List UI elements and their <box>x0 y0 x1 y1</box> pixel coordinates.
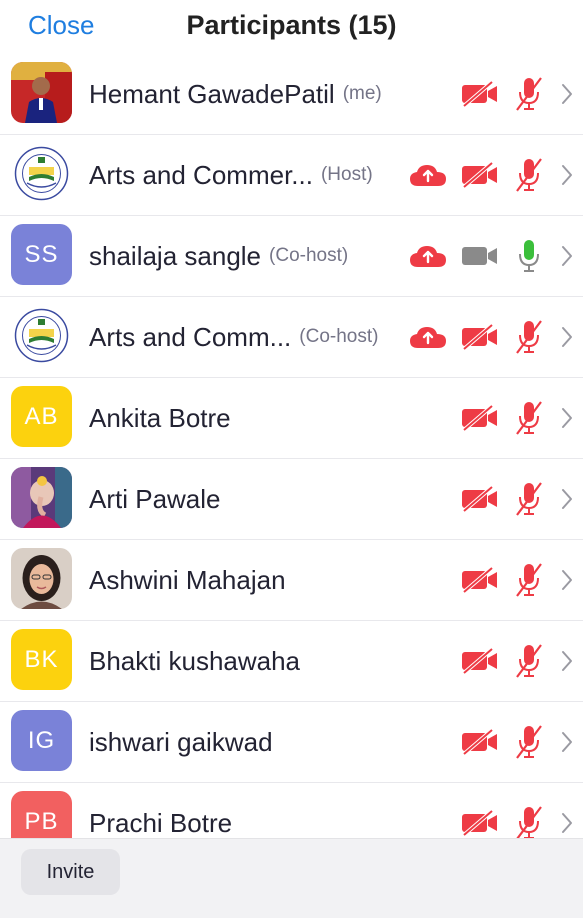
participant-status-icons <box>460 621 583 701</box>
participant-name: Bhakti kushawaha <box>89 645 301 676</box>
participant-list[interactable]: Hemant GawadePatil (me) Arts and Commer...… <box>0 54 583 838</box>
avatar-initials: PB <box>11 791 72 838</box>
chevron-right-icon[interactable] <box>558 83 576 105</box>
header-bar: Close Participants (15) <box>0 0 583 54</box>
participant-row[interactable]: IG ishwari gaikwad <box>0 702 583 783</box>
chevron-right-icon[interactable] <box>558 650 576 672</box>
cloud-record-icon <box>408 163 448 187</box>
video-off-icon <box>460 486 500 512</box>
participant-status-icons <box>408 135 583 215</box>
video-off-icon <box>460 567 500 593</box>
participant-name: Arts and Comm... <box>89 321 292 352</box>
participant-name: shailaja sangle <box>89 240 262 271</box>
avatar <box>11 62 72 123</box>
participant-name-group: Ankita Botre <box>89 378 231 458</box>
avatar <box>11 548 72 609</box>
microphone-muted-icon <box>512 643 546 679</box>
participant-status-icons <box>460 783 583 838</box>
avatar <box>11 467 72 528</box>
microphone-muted-icon <box>512 481 546 517</box>
participant-name: Prachi Botre <box>89 807 233 838</box>
avatar-initials: SS <box>11 224 72 285</box>
participant-row[interactable]: Arti Pawale <box>0 459 583 540</box>
avatar <box>11 305 72 366</box>
chevron-right-icon[interactable] <box>558 326 576 348</box>
participant-name-group: Prachi Botre <box>89 783 232 838</box>
microphone-muted-icon <box>512 157 546 193</box>
participant-name-group: ishwari gaikwad <box>89 702 273 782</box>
participant-row[interactable]: SS shailaja sangle (Co-host) <box>0 216 583 297</box>
participant-name-group: Bhakti kushawaha <box>89 621 300 701</box>
invite-button[interactable]: Invite <box>21 849 120 895</box>
video-off-icon <box>460 81 500 107</box>
participant-name: Arts and Commer... <box>89 159 313 190</box>
microphone-muted-icon <box>512 805 546 838</box>
video-camera-icon <box>460 245 500 267</box>
participant-name: ishwari gaikwad <box>89 726 273 757</box>
participant-name: Ankita Botre <box>89 402 231 433</box>
participant-role: (Co-host) <box>269 245 349 266</box>
microphone-muted-icon <box>512 400 546 436</box>
participant-status-icons <box>408 297 583 377</box>
participant-name-group: Arts and Comm... (Co-host) <box>89 297 378 377</box>
participant-status-icons <box>460 54 583 134</box>
participant-name-group: shailaja sangle (Co-host) <box>89 216 348 296</box>
chevron-right-icon[interactable] <box>558 488 576 510</box>
video-off-icon <box>460 648 500 674</box>
avatar-initials: AB <box>11 386 72 447</box>
chevron-right-icon[interactable] <box>558 569 576 591</box>
participant-row[interactable]: Hemant GawadePatil (me) <box>0 54 583 135</box>
avatar-initials: BK <box>11 629 72 690</box>
participant-status-icons <box>460 459 583 539</box>
participant-name: Ashwini Mahajan <box>89 564 286 595</box>
cloud-record-icon <box>408 244 448 268</box>
chevron-right-icon[interactable] <box>558 812 576 834</box>
chevron-right-icon[interactable] <box>558 245 576 267</box>
chevron-right-icon[interactable] <box>558 407 576 429</box>
participant-name-group: Arts and Commer... (Host) <box>89 135 373 215</box>
microphone-icon <box>512 238 546 274</box>
microphone-muted-icon <box>512 319 546 355</box>
microphone-muted-icon <box>512 562 546 598</box>
participant-role: (Co-host) <box>299 326 379 347</box>
participant-row[interactable]: Arts and Comm... (Co-host) <box>0 297 583 378</box>
video-off-icon <box>460 162 500 188</box>
video-off-icon <box>460 324 500 350</box>
participant-name-group: Hemant GawadePatil (me) <box>89 54 382 134</box>
footer-bar: Invite <box>0 838 583 918</box>
avatar-initials: IG <box>11 710 72 771</box>
page-title: Participants (15) <box>186 10 397 40</box>
participant-row[interactable]: Ashwini Mahajan <box>0 540 583 621</box>
participant-status-icons <box>460 378 583 458</box>
participant-name: Arti Pawale <box>89 483 221 514</box>
participant-row[interactable]: Arts and Commer... (Host) <box>0 135 583 216</box>
participant-status-icons <box>460 702 583 782</box>
participant-role: (me) <box>342 83 382 104</box>
participant-status-icons <box>408 216 583 296</box>
participant-row[interactable]: PB Prachi Botre <box>0 783 583 838</box>
chevron-right-icon[interactable] <box>558 731 576 753</box>
participant-name-group: Arti Pawale <box>89 459 221 539</box>
participant-name: Hemant GawadePatil <box>89 78 335 109</box>
participant-status-icons <box>460 540 583 620</box>
chevron-right-icon[interactable] <box>558 164 576 186</box>
cloud-record-icon <box>408 325 448 349</box>
video-off-icon <box>460 405 500 431</box>
microphone-muted-icon <box>512 724 546 760</box>
participant-row[interactable]: BK Bhakti kushawaha <box>0 621 583 702</box>
avatar <box>11 143 72 204</box>
participant-role: (Host) <box>320 164 373 185</box>
participant-name-group: Ashwini Mahajan <box>89 540 286 620</box>
microphone-muted-icon <box>512 76 546 112</box>
video-off-icon <box>460 729 500 755</box>
participant-row[interactable]: AB Ankita Botre <box>0 378 583 459</box>
video-off-icon <box>460 810 500 836</box>
